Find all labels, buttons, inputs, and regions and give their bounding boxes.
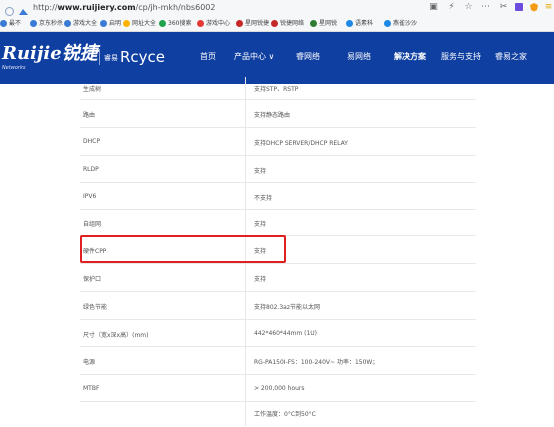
bookmark-item[interactable]: 游戏大全 bbox=[64, 18, 97, 29]
bookmark-icon bbox=[271, 19, 278, 27]
reyee-logo-small: 睿易 bbox=[104, 53, 118, 62]
spec-label: 路由 bbox=[83, 112, 96, 119]
bookmark-item[interactable]: 星网锐捷 bbox=[236, 18, 269, 29]
nav-rui-network[interactable]: 睿网络 bbox=[296, 50, 320, 64]
bookmark-icon bbox=[100, 19, 107, 27]
spec-label: MTBF bbox=[83, 385, 100, 392]
bookmark-icon bbox=[384, 19, 391, 27]
lightning-icon[interactable]: ⚡ bbox=[446, 2, 457, 13]
star-bookmark-icon[interactable]: ☆ bbox=[463, 2, 474, 13]
nav-home[interactable]: 首页 bbox=[200, 50, 216, 64]
bookmark-item[interactable]: 网址大全 bbox=[123, 18, 156, 29]
spec-value: 支持 bbox=[254, 276, 267, 283]
spec-row: RLDP 支持 bbox=[80, 155, 476, 183]
spec-value: 442*460*44mm (1U) bbox=[254, 330, 318, 337]
bookmark-icon bbox=[236, 19, 243, 27]
spec-value: 工作温度：0°C到50°C bbox=[254, 411, 316, 418]
bookmark-label: 网址大全 bbox=[132, 20, 157, 27]
spec-value: 支持静态路由 bbox=[254, 112, 291, 119]
nav-solutions[interactable]: 解决方案 bbox=[394, 50, 426, 64]
nav-back-icon[interactable] bbox=[4, 2, 15, 16]
spec-row: 生成树 支持STP、RSTP bbox=[80, 77, 476, 99]
spec-label: RLDP bbox=[83, 166, 99, 173]
spec-row: DHCP 支持DHCP SERVER/DHCP RELAY bbox=[80, 127, 476, 156]
spec-value: > 200,000 hours bbox=[254, 385, 305, 392]
spec-row: 绿色节能 支持802.3az节能以太网 bbox=[80, 291, 476, 320]
menu-icon[interactable]: ≡ bbox=[543, 2, 554, 13]
bookmark-item[interactable]: 启明 bbox=[100, 18, 121, 29]
url-text[interactable]: http://www.ruijiery.com/cp/jh-mkh/nbs600… bbox=[33, 3, 215, 13]
shield-icon[interactable] bbox=[528, 2, 539, 13]
bookmark-item[interactable]: 语素科 bbox=[346, 18, 373, 29]
bookmark-label: 星网锐捷 bbox=[245, 20, 270, 27]
spec-value: 支持STP、RSTP bbox=[254, 86, 299, 93]
spec-label: 保护口 bbox=[83, 276, 102, 283]
logo-subtitle: Networks bbox=[2, 65, 26, 71]
bookmark-label: 启明 bbox=[109, 20, 122, 27]
logo-divider bbox=[99, 49, 100, 65]
reyee-logo-text: Rcyce bbox=[120, 48, 166, 66]
nav-service-support[interactable]: 服务与支持 bbox=[441, 50, 481, 64]
spec-value: 支持 bbox=[254, 221, 267, 228]
bookmark-label: 京东秒杀 bbox=[39, 20, 64, 27]
bookmark-item[interactable]: 京东秒杀 bbox=[30, 18, 63, 29]
site-favicon-icon bbox=[18, 2, 29, 15]
spec-row: 工作温度：0°C到50°C bbox=[80, 401, 476, 427]
spec-label: 生成树 bbox=[83, 86, 102, 93]
screenshot-icon[interactable]: ▣ bbox=[428, 2, 439, 13]
spec-row: 路由 支持静态路由 bbox=[80, 99, 476, 128]
bookmarks-bar: 最不 京东秒杀 游戏大全 启明 网址大全 360搜索 游戏中心 星网锐捷 锐捷网络 星网锐 语素科 燕… bbox=[0, 16, 554, 32]
spec-value: 支持802.3az节能以太网 bbox=[254, 304, 321, 311]
spec-label: DHCP bbox=[83, 138, 100, 145]
bookmark-item[interactable]: 锐捷网络 bbox=[271, 18, 304, 29]
address-bar[interactable]: http://www.ruijiery.com/cp/jh-mkh/nbs600… bbox=[0, 0, 554, 17]
bookmark-icon bbox=[30, 19, 37, 27]
bookmark-icon bbox=[346, 19, 353, 27]
more-icon[interactable]: ⋯ bbox=[480, 2, 491, 13]
bookmark-item[interactable]: 星网锐 bbox=[310, 18, 337, 29]
nav-products[interactable]: 产品中心 ∨ bbox=[234, 50, 274, 64]
spec-label: 尺寸（宽x深x高）(mm) bbox=[83, 332, 149, 339]
spec-row: IPV6 不支持 bbox=[80, 182, 476, 210]
spec-value: 支持DHCP SERVER/DHCP RELAY bbox=[254, 140, 348, 147]
nav-reyee-home[interactable]: 睿易之家 bbox=[495, 50, 527, 64]
bookmark-item[interactable]: 燕雀沙沙 bbox=[384, 18, 417, 29]
bookmark-icon bbox=[197, 19, 204, 27]
bookmark-icon bbox=[159, 19, 166, 27]
extension-icon[interactable] bbox=[513, 2, 524, 13]
spec-row: 保护口 支持 bbox=[80, 263, 476, 292]
spec-row: 电源 RG-PA150I-FS：100-240V~ 功率：150W； bbox=[80, 346, 476, 375]
bookmark-label: 游戏大全 bbox=[73, 20, 98, 27]
spec-label: IPV6 bbox=[83, 193, 97, 200]
bookmark-label: 最不 bbox=[9, 20, 22, 27]
bookmark-icon bbox=[64, 19, 71, 27]
bookmark-label: 语素科 bbox=[355, 20, 374, 27]
nav-easy-network[interactable]: 易网络 bbox=[347, 50, 371, 64]
spec-row: MTBF > 200,000 hours bbox=[80, 374, 476, 402]
highlight-box bbox=[80, 235, 286, 263]
bookmark-label: 游戏中心 bbox=[206, 20, 231, 27]
spec-value: 支持 bbox=[254, 168, 267, 175]
spec-label: 电源 bbox=[83, 359, 96, 366]
bookmark-item[interactable]: 游戏中心 bbox=[197, 18, 230, 29]
bookmark-label: 锐捷网络 bbox=[280, 20, 305, 27]
bookmark-label: 燕雀沙沙 bbox=[393, 20, 418, 27]
spec-value: 不支持 bbox=[254, 195, 273, 202]
spec-row: 尺寸（宽x深x高）(mm) 442*460*44mm (1U) bbox=[80, 319, 476, 347]
spec-row: 自组网 支持 bbox=[80, 209, 476, 236]
bookmark-icon bbox=[123, 19, 130, 27]
spec-label: 绿色节能 bbox=[83, 304, 108, 311]
bookmark-item[interactable]: 360搜索 bbox=[159, 18, 191, 29]
bookmark-icon bbox=[0, 19, 7, 27]
cut-icon[interactable]: ✂ bbox=[498, 2, 509, 13]
bookmark-item[interactable]: 最不 bbox=[0, 18, 21, 29]
reyee-logo[interactable]: 睿易 Rcyce bbox=[104, 47, 165, 67]
bookmark-label: 星网锐 bbox=[319, 20, 338, 27]
ruijie-logo[interactable]: Ruijie锐捷 bbox=[2, 44, 98, 64]
bookmark-label: 360搜索 bbox=[168, 20, 192, 27]
spec-value: RG-PA150I-FS：100-240V~ 功率：150W； bbox=[254, 359, 379, 366]
spec-label: 自组网 bbox=[83, 221, 102, 228]
bookmark-icon bbox=[310, 19, 317, 27]
